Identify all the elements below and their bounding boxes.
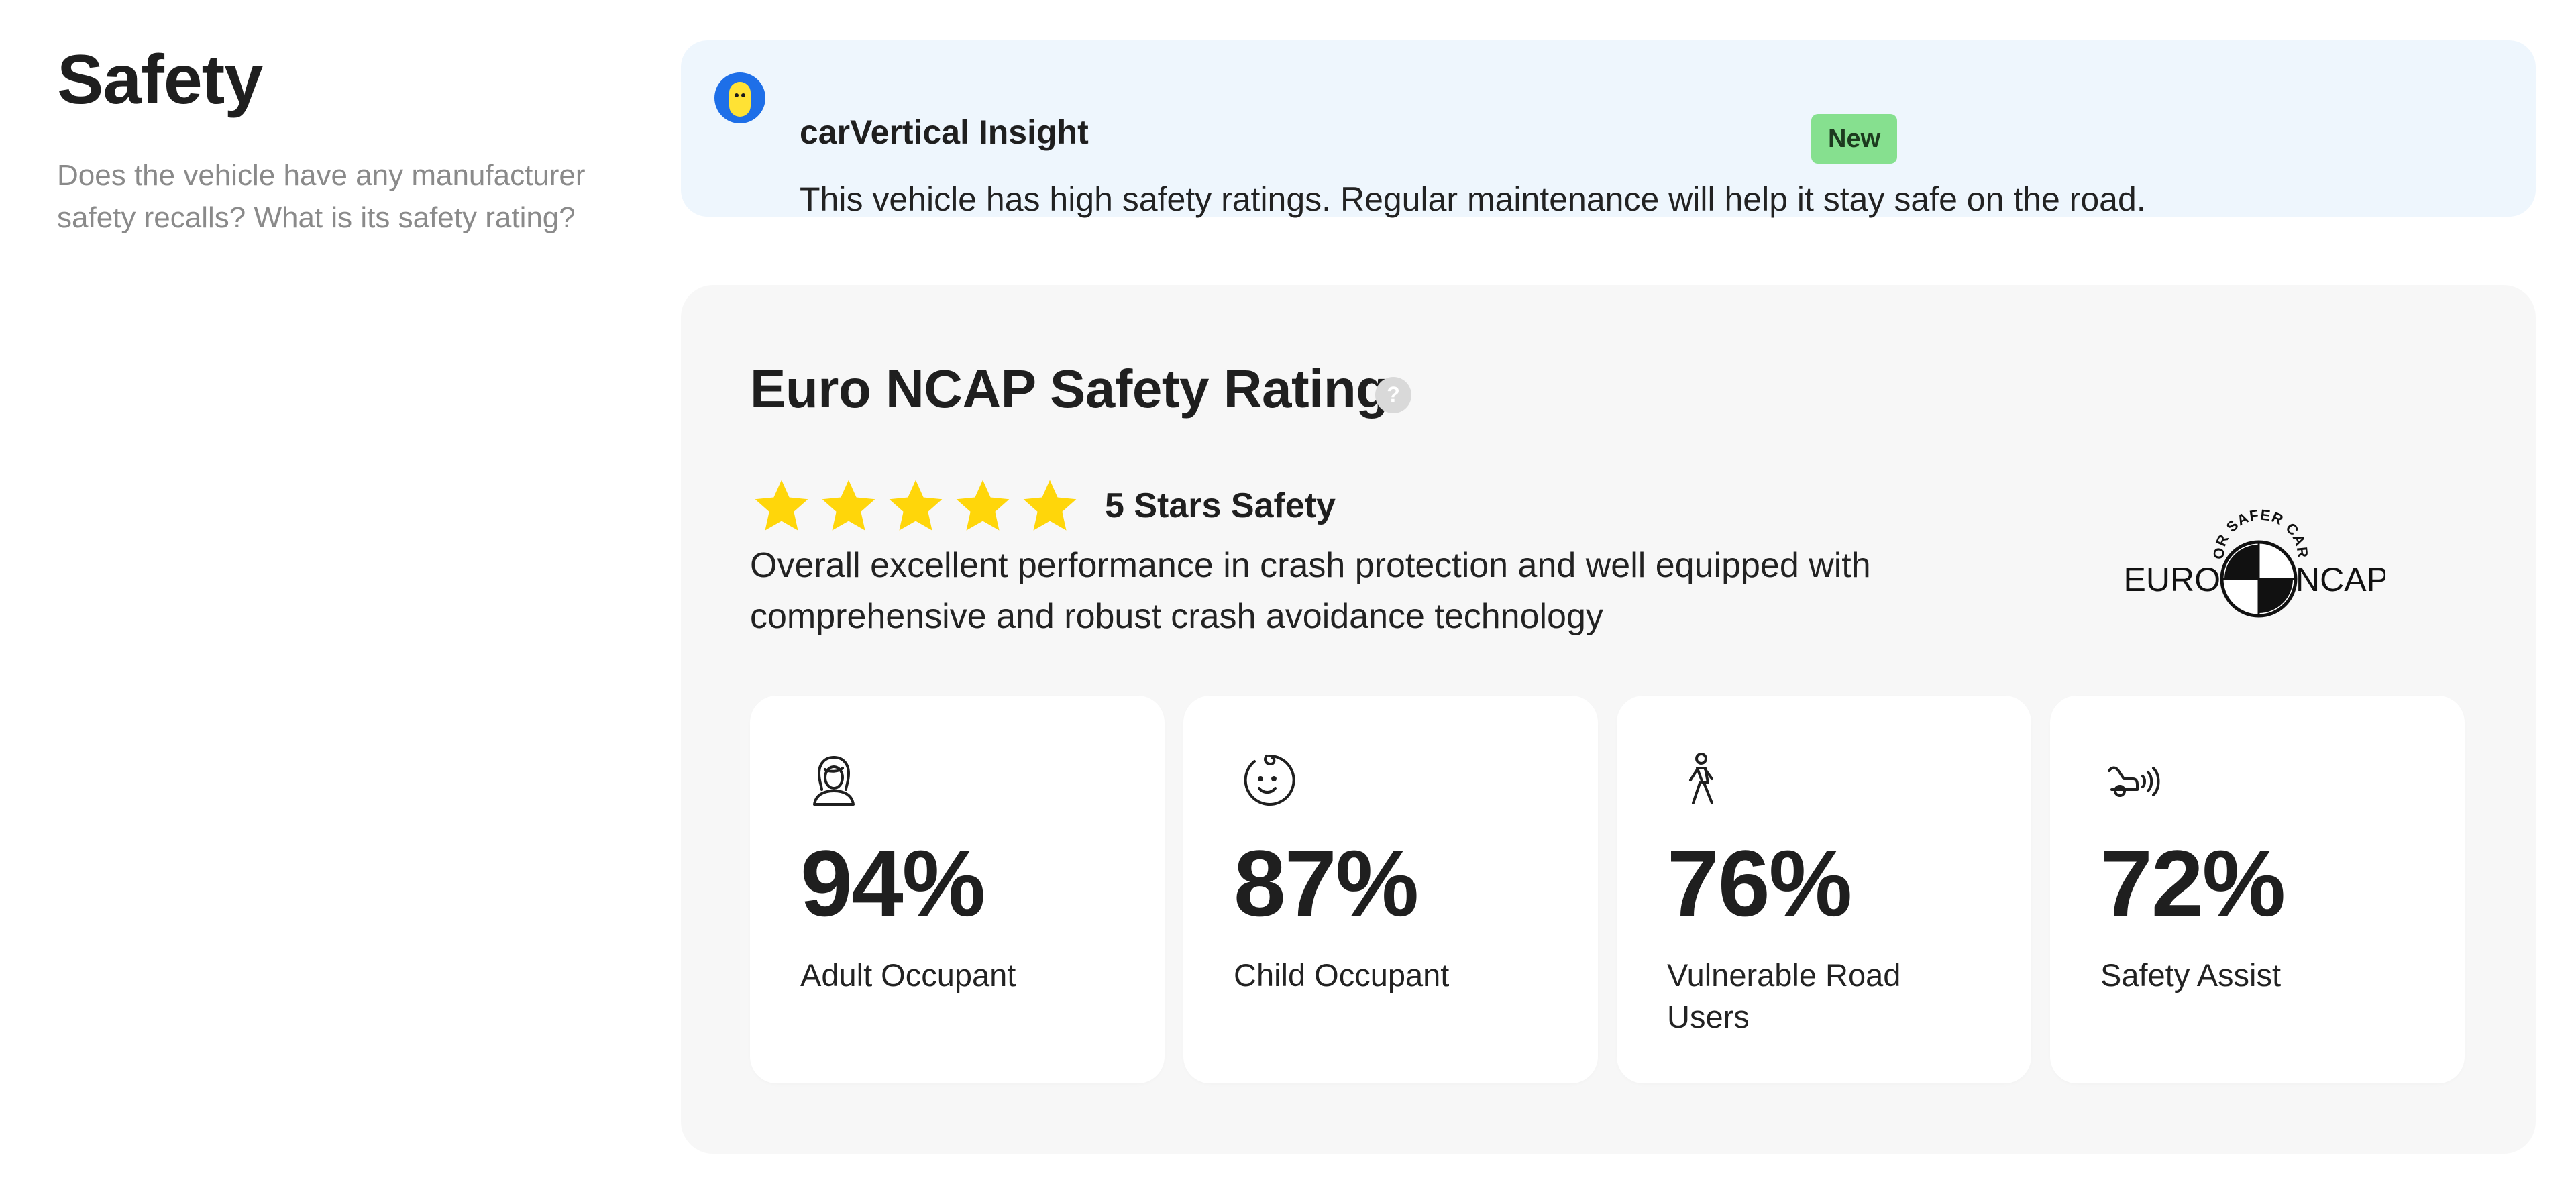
logo-left-text: EURO — [2124, 561, 2220, 598]
svg-text:?: ? — [1387, 382, 1400, 407]
section-description: Does the vehicle have any manufacturer s… — [57, 158, 586, 234]
new-badge: New — [1811, 114, 1898, 164]
star-icon — [755, 480, 808, 531]
star-icon — [889, 480, 943, 531]
car-sensor-icon — [2108, 766, 2160, 797]
stars-label: 5 Stars Safety — [1105, 486, 1336, 525]
star-icon — [822, 480, 875, 531]
child-label: Child Occupant — [1234, 957, 1450, 993]
question-circle-icon[interactable]: ? — [1375, 377, 1411, 413]
rating-description: Overall excellent performance in crash p… — [750, 546, 1871, 636]
safety-assist-percent: 72% — [2100, 830, 2286, 936]
logo-right-text: NCAP — [2296, 561, 2385, 598]
child-percent: 87% — [1234, 830, 1419, 936]
insight-text: This vehicle has high safety ratings. Re… — [800, 180, 2146, 218]
star-rating — [751, 476, 1087, 537]
insight-banner: carVertical Insight New This vehicle has… — [681, 40, 2536, 218]
category-card-adult: 94% Adult Occupant — [750, 696, 1165, 1083]
section-title: Safety — [57, 41, 263, 119]
insight-title: carVertical Insight — [800, 113, 1089, 151]
vulnerable-label: Vulnerable Road Users — [1667, 957, 1901, 1034]
category-cards: 94% Adult Occupant 87% Child Occupant 76… — [750, 696, 2465, 1083]
adult-label: Adult Occupant — [800, 957, 1016, 993]
category-card-child: 87% Child Occupant — [1183, 696, 1598, 1083]
category-card-vulnerable: 76% Vulnerable Road Users — [1617, 696, 2031, 1083]
euro-ncap-logo: FOR SAFER CARS EURO NCAP — [2123, 506, 2385, 618]
category-card-safety-assist: 72% Safety Assist — [2050, 696, 2465, 1083]
safety-assist-label: Safety Assist — [2100, 957, 2282, 993]
star-icon — [1023, 480, 1077, 531]
child-icon — [1244, 754, 1295, 806]
adult-percent: 94% — [800, 830, 985, 936]
section-header: Safety Does the vehicle have any manufac… — [57, 40, 594, 239]
pedestrian-icon — [1689, 753, 1713, 804]
carvertical-logo-icon — [714, 72, 765, 123]
vulnerable-percent: 76% — [1667, 830, 1852, 936]
rating-title: Euro NCAP Safety Rating — [750, 359, 1389, 419]
star-icon — [956, 480, 1010, 531]
adult-icon — [813, 756, 855, 806]
ncap-rating-card: Euro NCAP Safety Rating ? 5 Stars Safety… — [681, 285, 2536, 1154]
